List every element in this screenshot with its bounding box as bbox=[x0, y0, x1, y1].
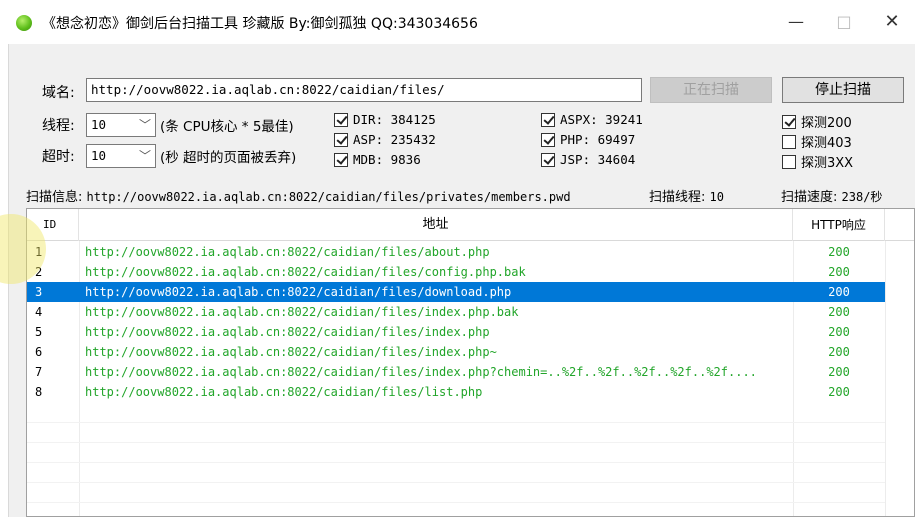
column-header-http-code[interactable]: HTTP响应 bbox=[793, 209, 885, 241]
scan-speed: 扫描速度: 238/秒 bbox=[781, 186, 882, 205]
cell-address: http://oovw8022.ia.aqlab.cn:8022/caidian… bbox=[85, 305, 519, 319]
cell-http-code: 200 bbox=[828, 245, 850, 259]
checkbox-label: DIR: 384125 bbox=[353, 112, 436, 127]
chevron-down-icon: ﹀ bbox=[138, 149, 151, 163]
cell-http-code: 200 bbox=[828, 325, 850, 339]
timeout-value: 10 bbox=[91, 148, 107, 163]
checkbox-checked-icon bbox=[541, 112, 555, 127]
table-header: ID 地址 HTTP响应 bbox=[27, 209, 914, 241]
row-gridline bbox=[27, 462, 885, 463]
results-table[interactable]: ID 地址 HTTP响应 1 http://oovw8022.ia.aqlab.c… bbox=[26, 208, 915, 517]
checkbox-checked-icon bbox=[334, 112, 348, 127]
checkbox-label: 探测200 bbox=[801, 116, 852, 131]
checkbox-checked-icon bbox=[334, 132, 348, 147]
threads-hint: (条 CPU核心 * 5最佳) bbox=[160, 119, 294, 135]
scan-speed-value: 238/秒 bbox=[841, 190, 883, 204]
checkbox-probe-3xx[interactable]: 探测3XX bbox=[782, 152, 853, 171]
cell-id: 8 bbox=[35, 385, 43, 399]
checkbox-checked-icon bbox=[541, 152, 555, 167]
cell-http-code: 200 bbox=[828, 365, 850, 379]
checkbox-probe-200[interactable]: 探测200 bbox=[782, 112, 852, 131]
cell-http-code: 200 bbox=[828, 385, 850, 399]
cell-address: http://oovw8022.ia.aqlab.cn:8022/caidian… bbox=[85, 365, 757, 379]
checkbox-checked-icon bbox=[782, 114, 796, 129]
table-row[interactable]: 1 http://oovw8022.ia.aqlab.cn:8022/caidia… bbox=[27, 242, 885, 262]
maximize-button[interactable]: □ bbox=[824, 8, 864, 36]
table-row[interactable]: 8 http://oovw8022.ia.aqlab.cn:8022/caidia… bbox=[27, 382, 885, 402]
scan-threads-value: 10 bbox=[709, 190, 724, 204]
cell-address: http://oovw8022.ia.aqlab.cn:8022/caidian… bbox=[85, 345, 497, 359]
cell-address: http://oovw8022.ia.aqlab.cn:8022/caidian… bbox=[85, 265, 526, 279]
table-row[interactable]: 5 http://oovw8022.ia.aqlab.cn:8022/caidia… bbox=[27, 322, 885, 342]
cell-http-code: 200 bbox=[828, 345, 850, 359]
column-divider bbox=[885, 241, 886, 516]
timeout-select[interactable]: 10 ﹀ bbox=[86, 144, 156, 168]
cell-address: http://oovw8022.ia.aqlab.cn:8022/caidian… bbox=[85, 385, 483, 399]
checkbox-label: ASP: 235432 bbox=[353, 132, 436, 147]
timeout-hint: (秒 超时的页面被丢弃) bbox=[160, 150, 297, 166]
table-row[interactable]: 7 http://oovw8022.ia.aqlab.cn:8022/caidia… bbox=[27, 362, 885, 382]
column-header-id[interactable]: ID bbox=[27, 209, 79, 241]
checkbox-probe-403[interactable]: 探测403 bbox=[782, 132, 852, 151]
scan-speed-label: 扫描速度: bbox=[781, 190, 838, 205]
checkbox-label: PHP: 69497 bbox=[560, 132, 636, 147]
checkbox-label: JSP: 34604 bbox=[560, 152, 636, 167]
scan-threads-label: 扫描线程: bbox=[649, 190, 706, 205]
checkbox-label: 探测3XX bbox=[801, 156, 854, 171]
checkbox-label: 探测403 bbox=[801, 136, 852, 151]
row-gridline bbox=[27, 482, 885, 483]
start-scan-button[interactable]: 正在扫描 bbox=[650, 77, 772, 103]
checkbox-unchecked-icon bbox=[782, 134, 796, 149]
checkbox-label: ASPX: 39241 bbox=[560, 112, 643, 127]
chevron-down-icon: ﹀ bbox=[138, 118, 151, 132]
cell-address: http://oovw8022.ia.aqlab.cn:8022/caidian… bbox=[85, 245, 490, 259]
table-row[interactable]: 3 http://oovw8022.ia.aqlab.cn:8022/caidia… bbox=[27, 282, 885, 302]
minimize-button[interactable]: — bbox=[776, 8, 816, 36]
scan-info-label: 扫描信息: bbox=[26, 190, 83, 205]
scan-info: 扫描信息: http://oovw8022.ia.aqlab.cn:8022/c… bbox=[26, 186, 571, 205]
checkbox-unchecked-icon bbox=[782, 154, 796, 169]
checkbox-aspx[interactable]: ASPX: 39241 bbox=[541, 112, 643, 127]
row-gridline bbox=[27, 422, 885, 423]
cell-id: 5 bbox=[35, 325, 43, 339]
cell-id: 7 bbox=[35, 365, 43, 379]
cell-address: http://oovw8022.ia.aqlab.cn:8022/caidian… bbox=[85, 285, 512, 299]
scan-threads: 扫描线程: 10 bbox=[649, 186, 724, 205]
checkbox-php[interactable]: PHP: 69497 bbox=[541, 132, 635, 147]
scan-info-value: http://oovw8022.ia.aqlab.cn:8022/caidian… bbox=[86, 190, 571, 204]
threads-select[interactable]: 10 ﹀ bbox=[86, 113, 156, 137]
checkbox-mdb[interactable]: MDB: 9836 bbox=[334, 152, 421, 167]
stop-scan-button[interactable]: 停止扫描 bbox=[782, 77, 904, 103]
checkbox-checked-icon bbox=[334, 152, 348, 167]
close-button[interactable]: ✕ bbox=[872, 8, 912, 36]
threads-label: 线程: bbox=[42, 118, 75, 134]
cell-http-code: 200 bbox=[828, 265, 850, 279]
domain-label: 域名: bbox=[42, 85, 75, 101]
title-bar: 《想念初恋》御剑后台扫描工具 珍藏版 By:御剑孤独 QQ:343034656 … bbox=[0, 0, 915, 44]
table-row[interactable]: 2 http://oovw8022.ia.aqlab.cn:8022/caidia… bbox=[27, 262, 885, 282]
cell-id: 3 bbox=[35, 285, 43, 299]
checkbox-jsp[interactable]: JSP: 34604 bbox=[541, 152, 635, 167]
app-icon bbox=[16, 15, 32, 31]
table-row[interactable]: 6 http://oovw8022.ia.aqlab.cn:8022/caidia… bbox=[27, 342, 885, 362]
domain-input[interactable]: http://oovw8022.ia.aqlab.cn:8022/caidian… bbox=[86, 78, 642, 102]
checkbox-asp[interactable]: ASP: 235432 bbox=[334, 132, 436, 147]
row-gridline bbox=[27, 442, 885, 443]
cell-http-code: 200 bbox=[828, 285, 850, 299]
timeout-label: 超时: bbox=[42, 149, 75, 165]
window-title: 《想念初恋》御剑后台扫描工具 珍藏版 By:御剑孤独 QQ:343034656 bbox=[42, 16, 478, 32]
cell-id: 1 bbox=[35, 245, 43, 259]
cell-http-code: 200 bbox=[828, 305, 850, 319]
cell-id: 2 bbox=[35, 265, 43, 279]
row-gridline bbox=[27, 502, 885, 503]
threads-value: 10 bbox=[91, 117, 107, 132]
checkbox-dir[interactable]: DIR: 384125 bbox=[334, 112, 436, 127]
table-row[interactable]: 4 http://oovw8022.ia.aqlab.cn:8022/caidia… bbox=[27, 302, 885, 322]
checkbox-checked-icon bbox=[541, 132, 555, 147]
checkbox-label: MDB: 9836 bbox=[353, 152, 421, 167]
cell-address: http://oovw8022.ia.aqlab.cn:8022/caidian… bbox=[85, 325, 490, 339]
cell-id: 4 bbox=[35, 305, 43, 319]
column-header-address[interactable]: 地址 bbox=[79, 209, 793, 241]
cell-id: 6 bbox=[35, 345, 43, 359]
